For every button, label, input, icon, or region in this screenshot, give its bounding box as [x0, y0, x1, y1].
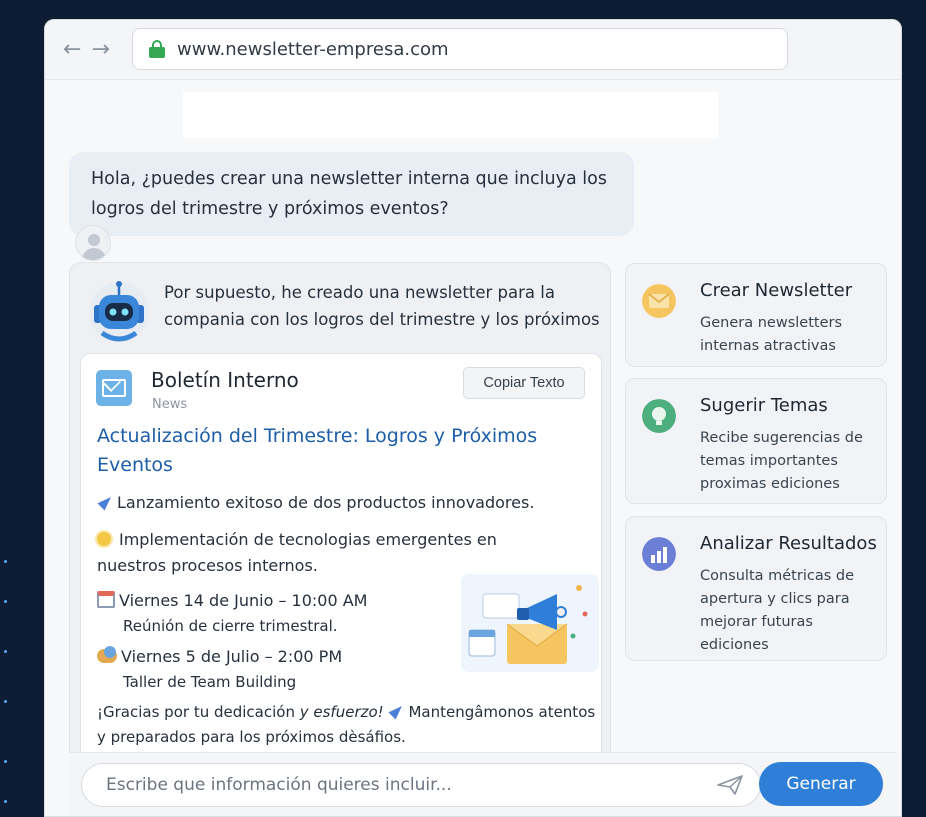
assistant-intro-text: Por supuesto, he creado una newsletter p… [164, 283, 600, 329]
user-message-text: Hola, ¿puedes crear una newsletter inter… [91, 169, 607, 219]
closing-part: Mantengâmonos [408, 703, 534, 721]
lock-icon [149, 40, 165, 58]
url-text: www.newsletter-empresa.com [177, 38, 449, 60]
feature-description: Recibe sugerencias de temas importantes … [700, 430, 863, 492]
newsletter-subtitle: News [152, 397, 188, 412]
achievement-text: Implementación de tecnologias emergentes… [97, 530, 497, 575]
closing-text: ¡Gracias por tu dedicación y esfuerzo! M… [97, 700, 597, 750]
background-dot [4, 560, 7, 563]
robot-avatar-icon [89, 281, 149, 342]
lightbulb-icon [642, 399, 676, 433]
background-dot [4, 700, 7, 703]
background-dot [4, 600, 7, 603]
achievement-item: Implementación de tecnologias emergentes… [97, 527, 557, 579]
message-input[interactable]: Escribe que información quieres incluir.… [81, 763, 761, 807]
rocket-icon [97, 493, 115, 511]
closing-part: ¡Gracias por tu dedicación [97, 703, 295, 721]
navigation-buttons: ← → [63, 37, 110, 62]
background-dot [4, 650, 7, 653]
event-description: Taller de Team Building [123, 673, 297, 691]
event-description: Reúnión de cierre trimestral. [123, 617, 338, 635]
back-arrow-icon[interactable]: ← [63, 37, 81, 62]
event-date: Viernes 5 de Julio – 2:00 PM [121, 647, 343, 666]
envelope-icon [642, 284, 676, 318]
newsletter-headline: Actualización del Trimestre: Logros y Pr… [97, 425, 538, 476]
achievement-text: Lanzamiento exitoso de dos productos inn… [117, 493, 535, 512]
background-dot [4, 760, 7, 763]
newsletter-title: Boletín Interno [151, 368, 299, 392]
message-composer: Escribe que información quieres incluir.… [69, 752, 897, 816]
background-dot [4, 800, 7, 803]
event-date: Viernes 14 de Junio – 10:00 AM [119, 591, 368, 610]
feature-description: Consulta métricas de apertura y clics pa… [700, 568, 855, 653]
user-avatar-icon [75, 225, 111, 261]
blank-banner [183, 92, 718, 138]
bar-chart-icon [642, 537, 676, 571]
event-item: Viernes 5 de Julio – 2:00 PM [97, 644, 342, 670]
feature-title: Analizar Resultados [700, 533, 877, 554]
assistant-message-panel: Por supuesto, he creado una newsletter p… [69, 262, 611, 772]
feature-card-crear-newsletter[interactable]: Crear Newsletter Genera newsletters inte… [625, 263, 887, 367]
generate-button[interactable]: Generar [759, 762, 883, 806]
feature-card-sugerir-temas[interactable]: Sugerir Temas Recibe sugerencias de tema… [625, 378, 887, 504]
calendar-icon [97, 591, 115, 608]
feature-card-analizar-resultados[interactable]: Analizar Resultados Consulta métricas de… [625, 516, 887, 661]
feature-title: Sugerir Temas [700, 395, 828, 416]
feature-title: Crear Newsletter [700, 280, 853, 301]
rocket-icon [388, 702, 406, 720]
forward-arrow-icon[interactable]: → [91, 37, 109, 62]
address-bar[interactable]: www.newsletter-empresa.com [132, 28, 788, 70]
browser-toolbar: ← → www.newsletter-empresa.com [45, 20, 901, 80]
lightbulb-icon [97, 532, 111, 546]
browser-window: ← → www.newsletter-empresa.com Hola, ¿pu… [44, 19, 902, 817]
achievement-item: Lanzamiento exitoso de dos productos inn… [97, 490, 534, 516]
send-icon[interactable] [717, 775, 743, 795]
copy-text-button[interactable]: Copiar Texto [463, 367, 585, 399]
megaphone-illustration-icon [461, 574, 599, 672]
handshake-icon [97, 646, 117, 663]
newsletter-card: Boletín Interno News Copiar Texto Actual… [80, 353, 602, 771]
user-message-bubble: Hola, ¿puedes crear una newsletter inter… [69, 152, 634, 236]
feature-description: Genera newsletters internas atractivas [700, 315, 843, 354]
event-item: Viernes 14 de Junio – 10:00 AM [97, 588, 367, 614]
mail-icon [96, 370, 132, 406]
closing-emphasis: y esfuerzo! [299, 703, 384, 721]
